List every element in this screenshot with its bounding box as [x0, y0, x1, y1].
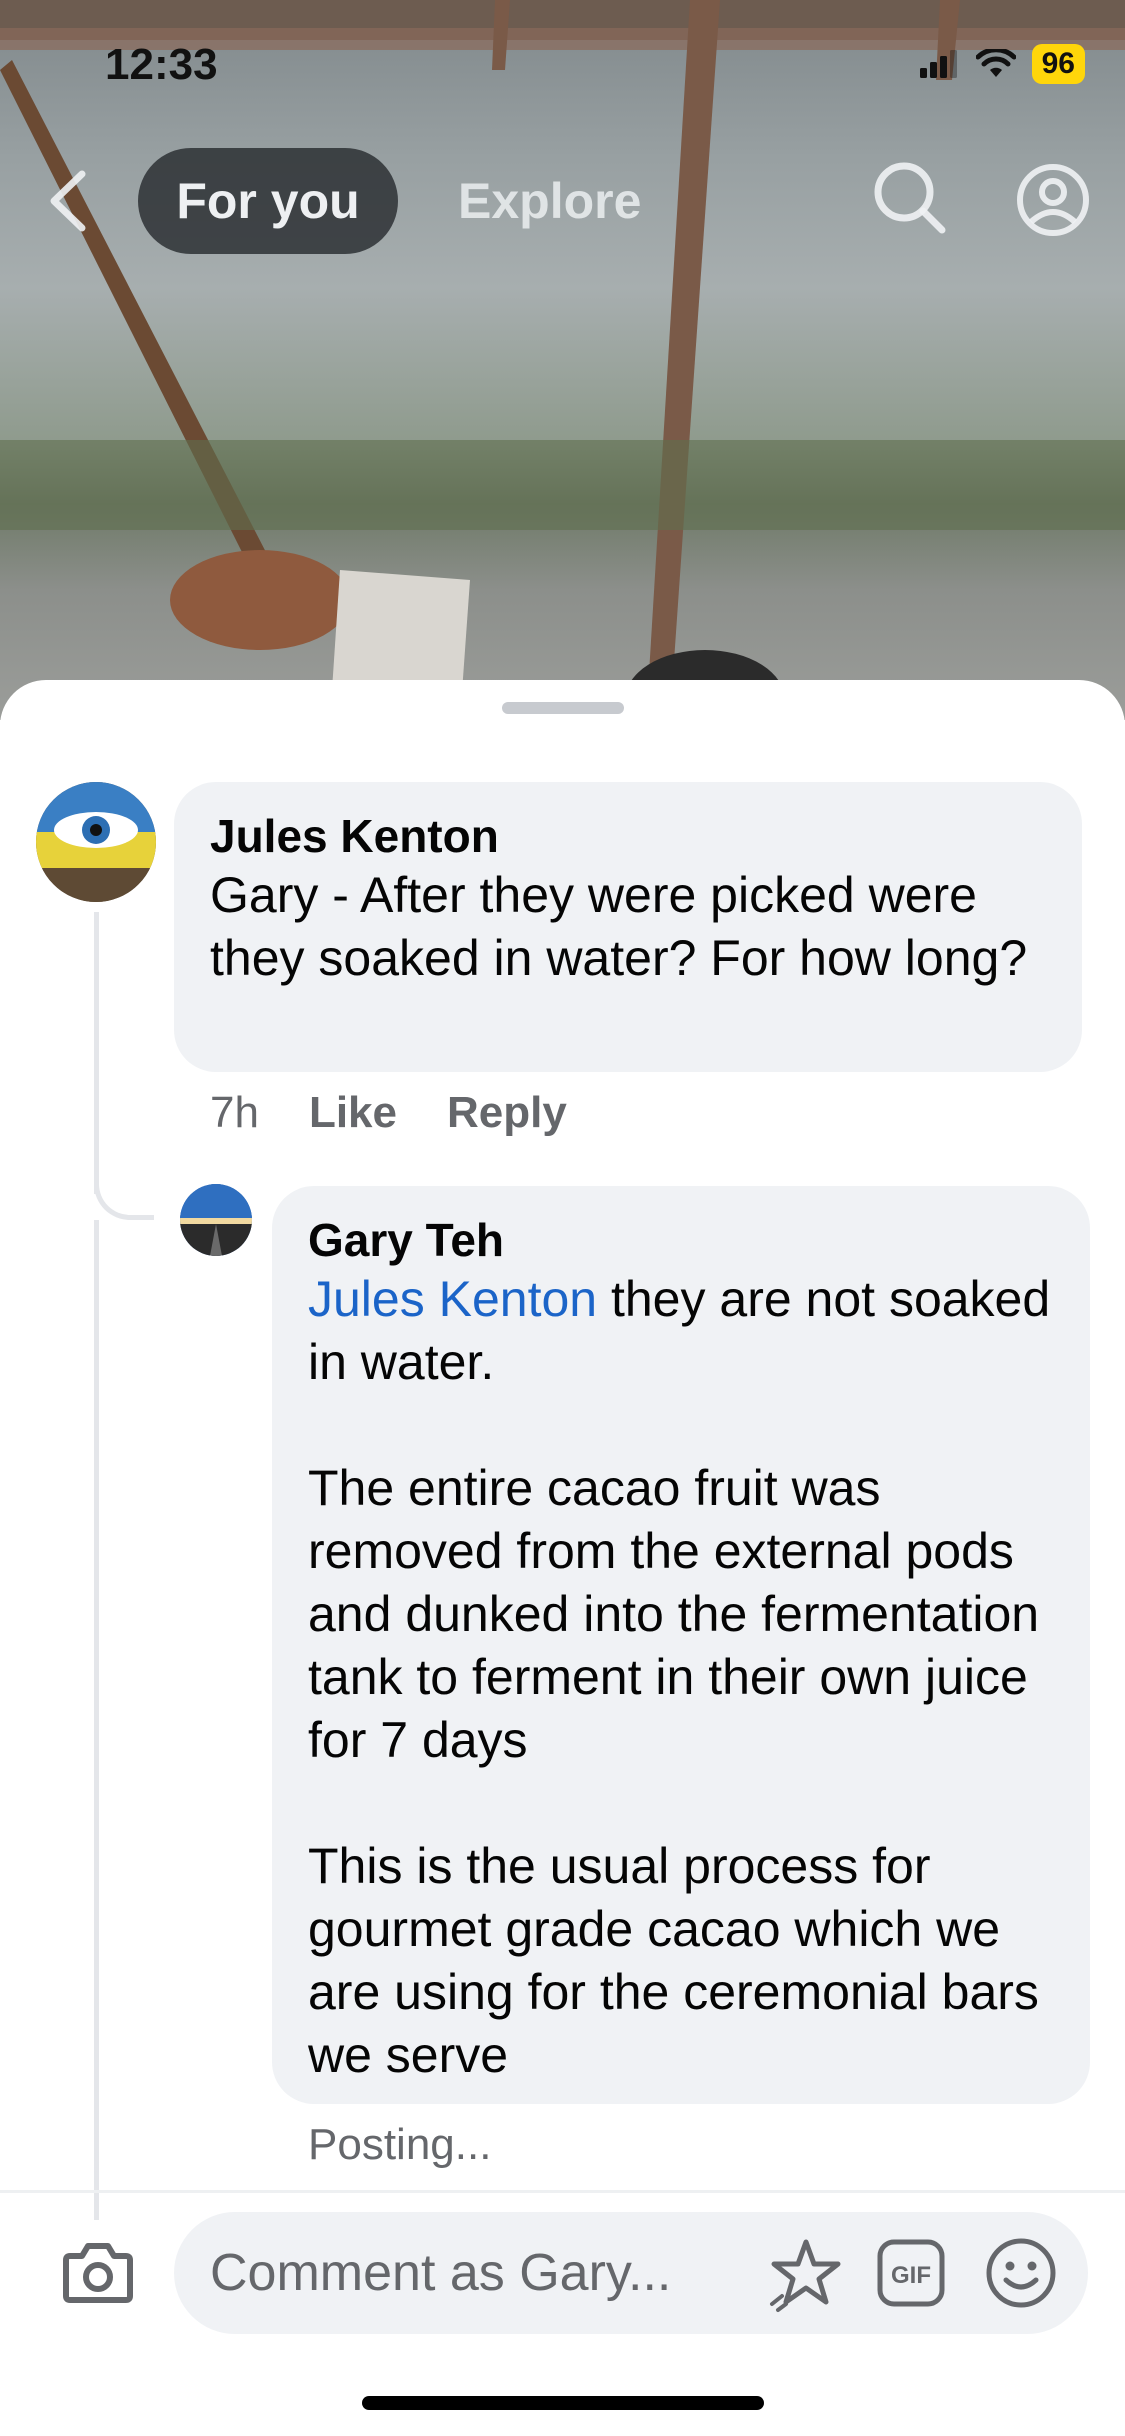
comment-meta: 7h Like Reply: [210, 1088, 567, 1138]
sticker-icon[interactable]: [764, 2234, 844, 2314]
comment-field[interactable]: GIF: [174, 2212, 1088, 2334]
back-icon[interactable]: [44, 168, 94, 234]
composer-divider: [0, 2190, 1125, 2193]
mention-link[interactable]: Jules Kenton: [308, 1271, 597, 1327]
avatar[interactable]: [36, 782, 156, 902]
comment-text: Gary - After they were picked were they …: [210, 867, 1028, 986]
wifi-icon: [975, 49, 1016, 77]
posting-status: Posting...: [308, 2120, 492, 2169]
reply-button[interactable]: Reply: [447, 1088, 567, 1138]
comment-input[interactable]: [210, 2212, 770, 2334]
video-frame: [0, 0, 1125, 720]
avatar[interactable]: [180, 1184, 252, 1256]
reply-paragraph: The entire cacao fruit was removed from …: [308, 1460, 1040, 1768]
like-button[interactable]: Like: [309, 1088, 397, 1138]
sheet-drag-handle[interactable]: [502, 702, 624, 714]
home-indicator: [362, 2396, 764, 2410]
tab-explore[interactable]: Explore: [458, 148, 641, 254]
status-time: 12:33: [105, 40, 218, 89]
comment-bubble[interactable]: Jules Kenton Gary - After they were pick…: [174, 782, 1082, 1072]
search-icon[interactable]: [870, 158, 950, 238]
signal-icon: [919, 50, 957, 78]
comment-timestamp: 7h: [210, 1088, 259, 1137]
camera-icon[interactable]: [60, 2236, 136, 2308]
thread-line: [94, 1220, 99, 2220]
gif-icon[interactable]: GIF: [876, 2238, 946, 2308]
avatar-image: [36, 782, 156, 902]
avatar-image: [180, 1184, 252, 1256]
battery-indicator: 96: [1031, 44, 1085, 84]
svg-text:GIF: GIF: [891, 2262, 931, 2289]
reply-author[interactable]: Gary Teh: [308, 1212, 1054, 1268]
profile-icon[interactable]: [1015, 162, 1091, 238]
emoji-icon[interactable]: [984, 2236, 1058, 2310]
video-background: [0, 0, 1125, 720]
reply-bubble[interactable]: Gary Teh Jules Kenton they are not soake…: [272, 1186, 1090, 2104]
comment-author[interactable]: Jules Kenton: [210, 808, 1046, 864]
tab-for-you[interactable]: For you: [138, 148, 398, 254]
reply-text: Jules Kenton they are not soaked in wate…: [308, 1268, 1054, 1394]
status-indicators: 96: [919, 44, 1085, 84]
reply-paragraph: This is the usual process for gourmet gr…: [308, 1838, 1039, 2083]
